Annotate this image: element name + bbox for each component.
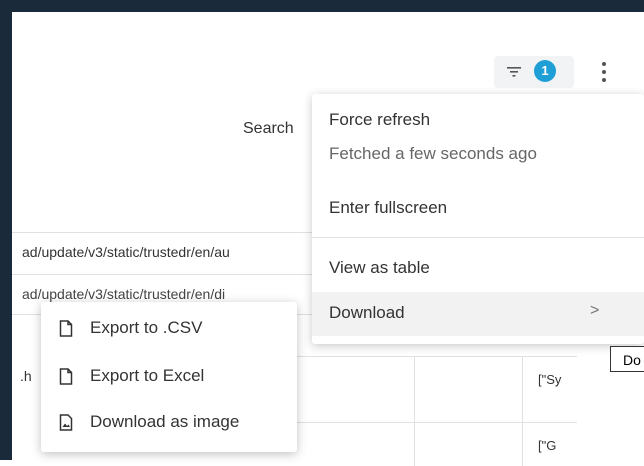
export-csv-button[interactable]: Export to .CSV xyxy=(41,306,297,352)
menu-item-label: Force refresh xyxy=(329,110,431,129)
image-file-icon xyxy=(59,414,73,431)
menu-item-view-as-table[interactable]: View as table xyxy=(312,246,644,290)
table-cell-url: ad/update/v3/static/trustedr/en/au xyxy=(22,244,230,260)
export-excel-label: Export to Excel xyxy=(90,366,205,385)
table-cell-url: ad/update/v3/static/trustedr/en/di xyxy=(22,286,226,302)
download-submenu: Export to .CSV Export to Excel Download … xyxy=(41,302,297,452)
menu-item-label: View as table xyxy=(329,258,430,277)
file-icon xyxy=(59,320,73,337)
file-icon xyxy=(59,368,73,385)
download-image-label: Download as image xyxy=(90,412,240,431)
menu-divider xyxy=(312,237,644,238)
menu-item-download[interactable]: Download > xyxy=(312,292,644,336)
table-cell-json: ["Sy xyxy=(538,372,562,387)
table-cell-fragment: .h xyxy=(20,368,32,384)
filter-indicator-button[interactable]: 1 xyxy=(494,56,574,88)
export-csv-label: Export to .CSV xyxy=(90,318,203,337)
chart-options-menu: Force refresh Fetched a few seconds ago … xyxy=(312,94,644,344)
menu-item-force-refresh[interactable]: Force refresh Fetched a few seconds ago xyxy=(312,94,644,180)
menu-item-label: Download xyxy=(329,303,405,322)
filter-count-badge: 1 xyxy=(534,60,556,82)
filter-icon xyxy=(507,67,521,77)
tooltip: Do xyxy=(610,346,644,372)
menu-item-label: Enter fullscreen xyxy=(329,198,448,217)
fetched-status: Fetched a few seconds ago xyxy=(329,144,537,163)
table-cell-json: ["G xyxy=(538,438,557,453)
more-options-icon[interactable] xyxy=(594,56,614,88)
chevron-right-icon: > xyxy=(590,302,600,319)
export-excel-button[interactable]: Export to Excel xyxy=(41,354,297,400)
download-image-button[interactable]: Download as image xyxy=(41,400,297,446)
search-label: Search xyxy=(243,120,294,137)
menu-item-enter-fullscreen[interactable]: Enter fullscreen xyxy=(312,188,644,232)
